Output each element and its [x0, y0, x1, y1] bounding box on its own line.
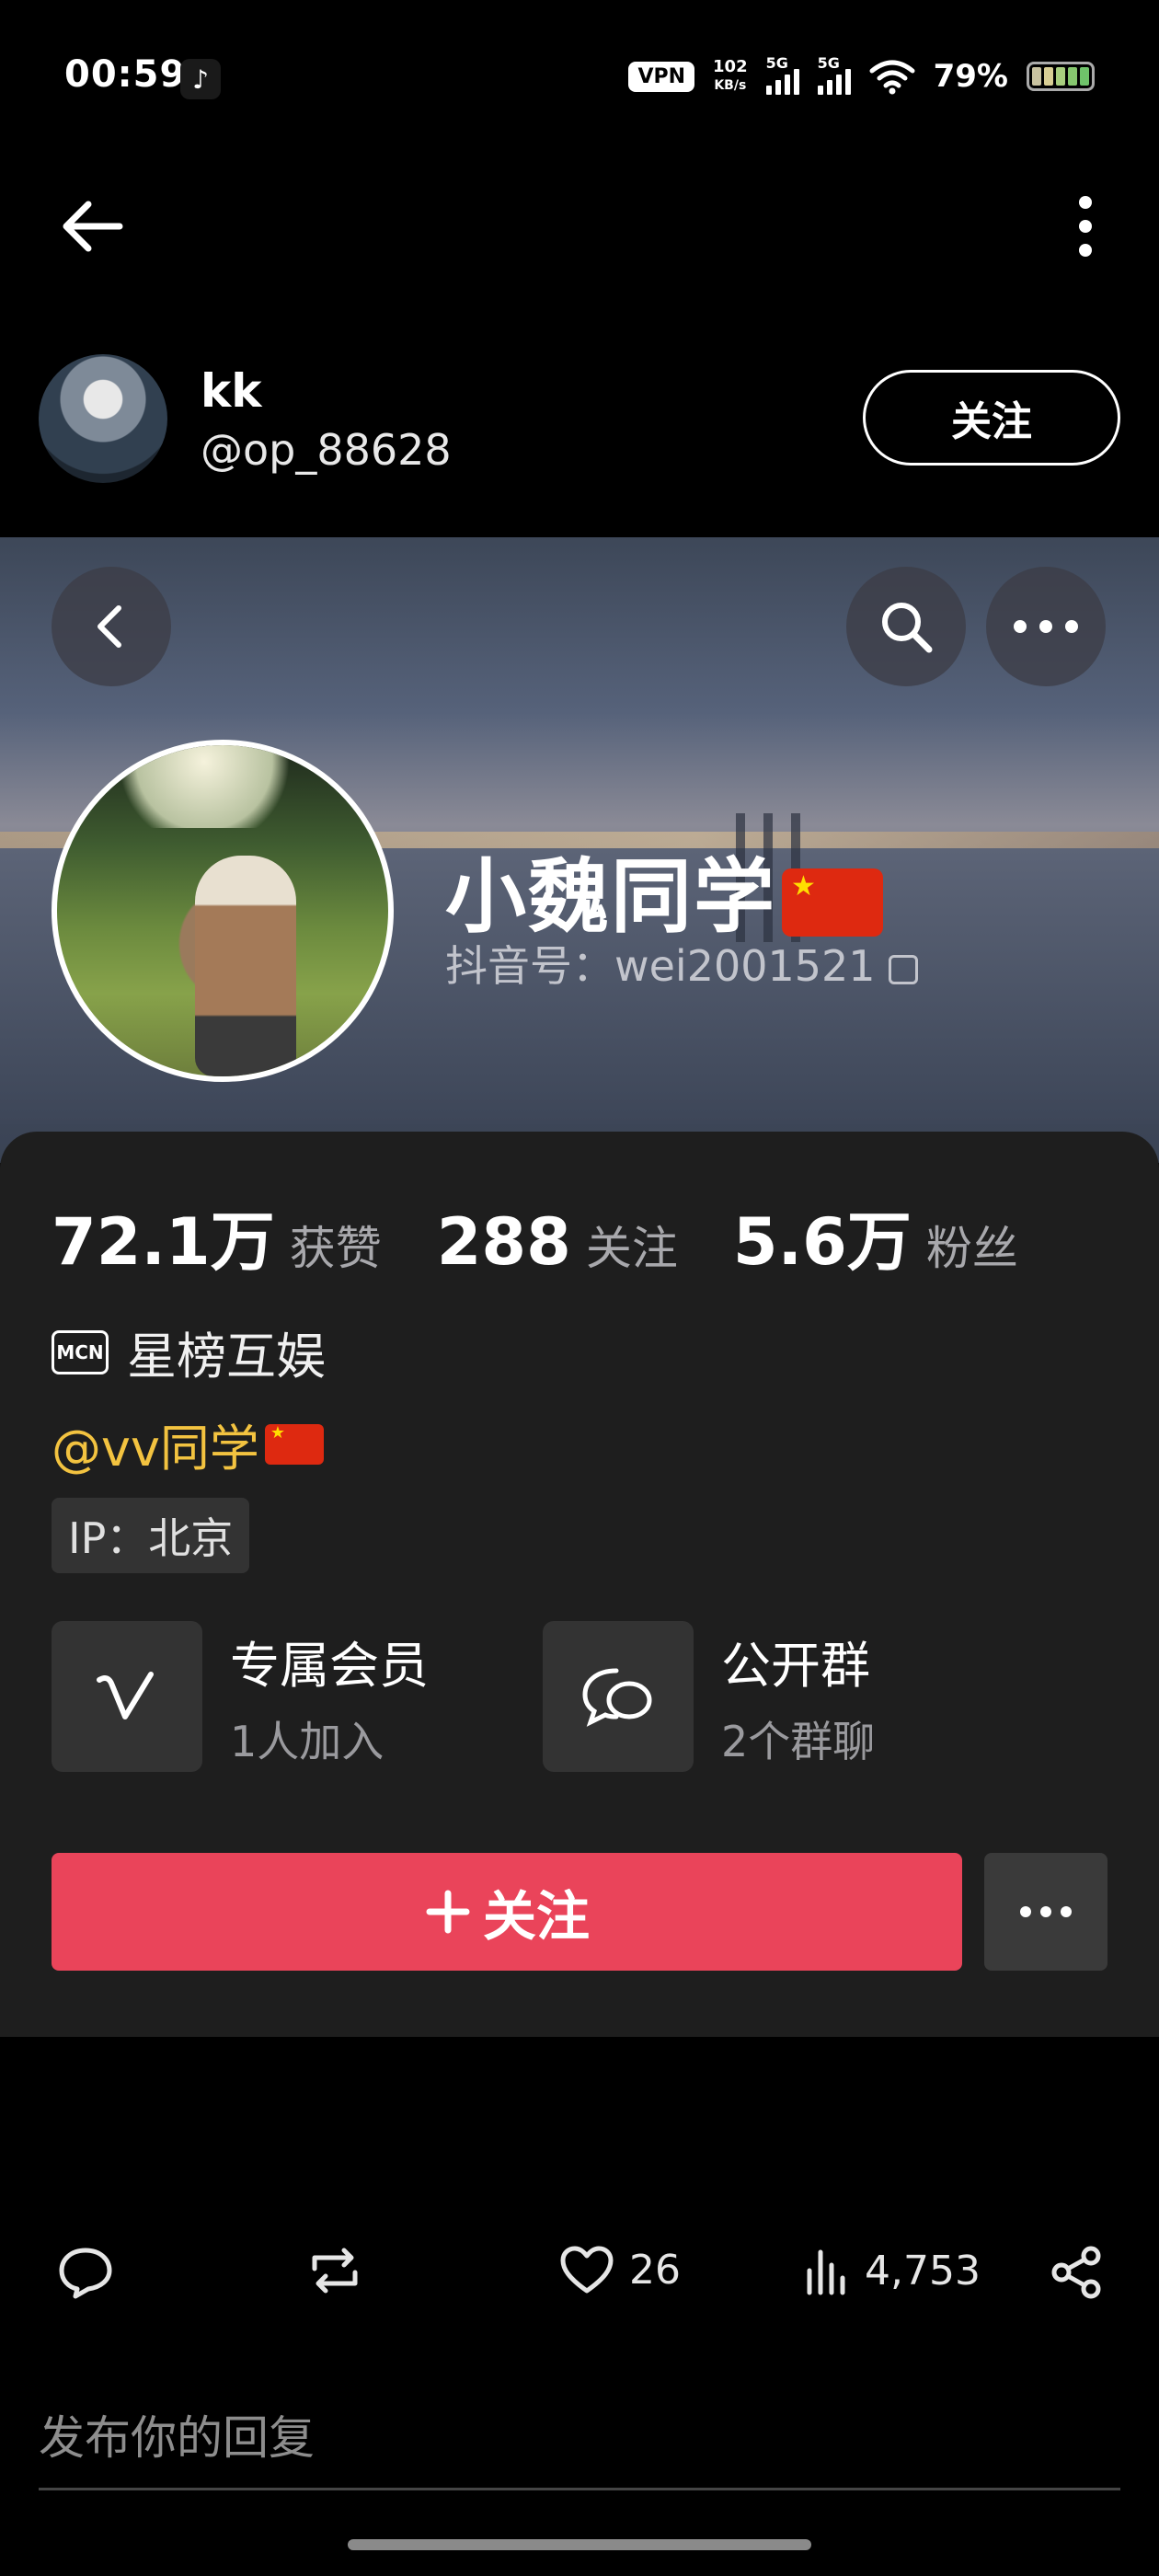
- bar-chart-icon[interactable]: [804, 2245, 850, 2296]
- author-avatar[interactable]: [39, 354, 167, 483]
- v-membership-icon: [52, 1621, 202, 1772]
- tiktok-icon: ♪: [180, 59, 221, 99]
- post-action-bar: 26 4,753: [0, 2236, 1159, 2318]
- reply-underline: [39, 2488, 1120, 2490]
- heart-icon[interactable]: [559, 2245, 614, 2294]
- repost-icon[interactable]: [305, 2245, 364, 2296]
- mcn-name: 星榜互娱: [127, 1328, 326, 1386]
- group-chat-feature: 公开群 2个群聊: [543, 1621, 875, 1772]
- status-indicators: VPN 102 KB/s 5G 5G 79%: [628, 53, 1095, 99]
- profile-stats: 72.1万 获赞 288 关注 5.6万 粉丝: [52, 1190, 1018, 1283]
- profile-avatar: [52, 740, 394, 1082]
- stat-followers: 5.6万 粉丝: [732, 1204, 1018, 1280]
- mention-link: @vv同学: [52, 1408, 324, 1480]
- stat-likes: 72.1万 获赞: [52, 1204, 382, 1280]
- profile-more-button: [984, 1853, 1107, 1971]
- chat-bubbles-icon: [543, 1621, 694, 1772]
- share-icon[interactable]: [1049, 2245, 1104, 2300]
- more-vertical-icon[interactable]: [1058, 190, 1113, 263]
- status-time: 00:59: [64, 53, 187, 96]
- author-handle[interactable]: @op_88628: [201, 425, 452, 475]
- battery-icon: [1027, 62, 1095, 91]
- network-speed: 102 KB/s: [713, 57, 748, 94]
- card-search-button: [846, 567, 966, 686]
- mcn-icon: MCN: [52, 1329, 109, 1374]
- reply-action[interactable]: [57, 2245, 114, 2300]
- home-indicator[interactable]: [348, 2539, 811, 2550]
- china-flag-icon: [264, 1423, 324, 1465]
- status-bar: 00:59 ♪ VPN 102 KB/s 5G 5G 79%: [0, 0, 1159, 156]
- views-action[interactable]: 4,753: [804, 2245, 981, 2296]
- profile-info-panel: 72.1万获赞 288关注 5.6万粉丝 MCN 星榜互娱 @vv同学 IP：北…: [0, 1132, 1159, 2037]
- card-more-button: [986, 567, 1106, 686]
- follow-author-button[interactable]: 关注: [863, 370, 1120, 466]
- mcn-row: MCN 星榜互娱: [52, 1316, 326, 1388]
- ip-location-tag: IP：北京: [52, 1498, 250, 1573]
- stat-following: 288 关注: [436, 1204, 678, 1280]
- membership-feature: 专属会员 1人加入: [52, 1621, 429, 1772]
- comment-icon[interactable]: [57, 2245, 114, 2300]
- signal-icon: 5G: [765, 54, 799, 95]
- more-horizontal-icon: [1014, 620, 1078, 633]
- search-icon: [882, 603, 933, 653]
- profile-screenshot[interactable]: 小魏同学 抖音号：wei2001521 72.1万获赞 288关注 5.6万粉丝…: [0, 537, 1159, 2037]
- back-arrow-icon[interactable]: [55, 190, 129, 263]
- like-count: 26: [629, 2246, 681, 2294]
- share-action[interactable]: [1049, 2245, 1104, 2300]
- copy-icon: [888, 954, 918, 984]
- plus-icon: [426, 1890, 470, 1934]
- battery-percent: 79%: [933, 58, 1008, 95]
- china-flag-icon: [782, 868, 884, 937]
- chevron-left-icon: [98, 605, 121, 648]
- repost-action[interactable]: [305, 2245, 364, 2296]
- wifi-icon: [869, 60, 915, 95]
- profile-follow-button: 关注: [52, 1853, 962, 1971]
- like-action[interactable]: 26: [559, 2245, 681, 2294]
- reply-input[interactable]: 发布你的回复: [39, 2401, 315, 2467]
- view-count: 4,753: [865, 2247, 981, 2294]
- douyin-id: 抖音号：wei2001521: [445, 933, 918, 994]
- vpn-badge: VPN: [628, 61, 695, 92]
- author-name[interactable]: kk: [201, 364, 262, 418]
- signal-icon: 5G: [817, 54, 851, 95]
- card-back-button: [52, 567, 171, 686]
- profile-nickname: 小魏同学: [445, 832, 884, 949]
